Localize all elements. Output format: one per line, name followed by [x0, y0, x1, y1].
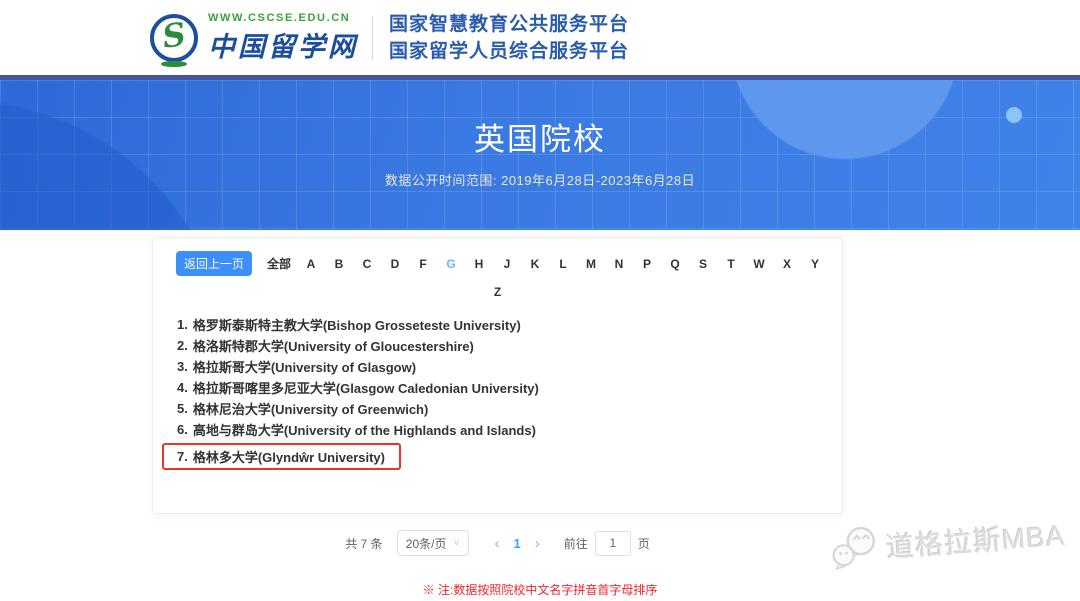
- universities-card: 返回上一页 全部 A B C D F G H J K L M N P Q S T…: [152, 237, 843, 514]
- banner: 英国院校 数据公开时间范围: 2019年6月28日-2023年6月28日: [0, 80, 1080, 230]
- filter-letter-h[interactable]: H: [465, 257, 493, 271]
- pagination: 共 7 条 20条/页 ˅ ‹ 1 › 前往 页: [152, 530, 843, 556]
- filter-letter-y[interactable]: Y: [801, 257, 829, 271]
- cscse-logo-icon: S: [150, 14, 198, 62]
- logo-s-glyph: S: [160, 18, 187, 53]
- university-name[interactable]: 格拉斯哥大学(University of Glasgow): [193, 357, 416, 376]
- page-size-select[interactable]: 20条/页 ˅: [397, 530, 469, 556]
- next-page-button[interactable]: ›: [525, 536, 550, 551]
- logo-site-name: 中国留学网: [208, 25, 358, 64]
- filter-letter-k[interactable]: K: [521, 257, 549, 271]
- filter-letter-n[interactable]: N: [605, 257, 633, 271]
- alphabet-filter-row2: Z: [153, 283, 842, 298]
- university-name[interactable]: 格林尼治大学(University of Greenwich): [193, 399, 428, 418]
- platform-names: 国家智慧教育公共服务平台 国家留学人员综合服务平台: [389, 11, 629, 65]
- chevron-down-icon: ˅: [453, 538, 459, 549]
- filter-letter-f[interactable]: F: [409, 257, 437, 271]
- university-item-7-highlighted[interactable]: 7. 格林多大学(Glyndŵr University): [177, 443, 842, 470]
- university-item-5[interactable]: 5. 格林尼治大学(University of Greenwich): [177, 398, 842, 419]
- university-item-6[interactable]: 6. 高地与群岛大学(University of the Highlands a…: [177, 419, 842, 440]
- item-number: 2.: [177, 338, 188, 353]
- university-item-3[interactable]: 3. 格拉斯哥大学(University of Glasgow): [177, 356, 842, 377]
- university-name[interactable]: 格林多大学(Glyndŵr University): [193, 447, 385, 466]
- watermark: 道格拉斯MBA: [829, 511, 1067, 573]
- page-size-value: 20条/页: [406, 535, 447, 552]
- university-name[interactable]: 格罗斯泰斯特主教大学(Bishop Grosseteste University…: [193, 315, 521, 334]
- logo-url-text: WWW.CSCSE.EDU.CN: [208, 12, 358, 24]
- platform-name-smart-education: 国家智慧教育公共服务平台: [389, 11, 629, 38]
- filter-letter-g-active[interactable]: G: [437, 257, 465, 271]
- item-number: 1.: [177, 317, 188, 332]
- item-number: 7.: [177, 449, 188, 464]
- filter-letter-m[interactable]: M: [577, 257, 605, 271]
- banner-date-range: 数据公开时间范围: 2019年6月28日-2023年6月28日: [0, 170, 1080, 189]
- item-number: 6.: [177, 422, 188, 437]
- university-name[interactable]: 高地与群岛大学(University of the Highlands and …: [193, 420, 536, 439]
- item-number: 4.: [177, 380, 188, 395]
- prev-page-button[interactable]: ‹: [485, 536, 510, 551]
- red-highlight-box: 7. 格林多大学(Glyndŵr University): [162, 443, 401, 470]
- page-title: 英国院校: [0, 80, 1080, 159]
- pagination-total: 共 7 条: [345, 535, 382, 552]
- university-item-4[interactable]: 4. 格拉斯哥喀里多尼亚大学(Glasgow Caledonian Univer…: [177, 377, 842, 398]
- logo-book-icon: [161, 61, 187, 67]
- page-unit-label: 页: [638, 535, 650, 552]
- filter-letter-d[interactable]: D: [381, 257, 409, 271]
- banner-decor-dot: [1006, 107, 1022, 123]
- university-item-1[interactable]: 1. 格罗斯泰斯特主教大学(Bishop Grosseteste Univers…: [177, 314, 842, 335]
- current-page[interactable]: 1: [510, 536, 525, 551]
- header-divider: [372, 16, 373, 60]
- filter-letter-w[interactable]: W: [745, 257, 773, 271]
- alphabet-filter: 返回上一页 全部 A B C D F G H J K L M N P Q S T…: [153, 238, 842, 276]
- filter-letter-t[interactable]: T: [717, 257, 745, 271]
- filter-letter-b[interactable]: B: [325, 257, 353, 271]
- filter-all[interactable]: 全部: [265, 255, 297, 272]
- item-number: 3.: [177, 359, 188, 374]
- filter-letter-q[interactable]: Q: [661, 257, 689, 271]
- page: S WWW.CSCSE.EDU.CN 中国留学网 国家智慧教育公共服务平台 国家…: [0, 0, 1080, 601]
- filter-letter-j[interactable]: J: [493, 257, 521, 271]
- filter-letter-p[interactable]: P: [633, 257, 661, 271]
- goto-label: 前往: [564, 535, 588, 552]
- university-item-2[interactable]: 2. 格洛斯特郡大学(University of Gloucestershire…: [177, 335, 842, 356]
- back-button[interactable]: 返回上一页: [176, 251, 252, 276]
- logo-text: WWW.CSCSE.EDU.CN 中国留学网: [208, 12, 358, 64]
- watermark-text: 道格拉斯MBA: [885, 514, 1067, 566]
- item-number: 5.: [177, 401, 188, 416]
- site-header: S WWW.CSCSE.EDU.CN 中国留学网 国家智慧教育公共服务平台 国家…: [0, 0, 1080, 75]
- filter-letter-s[interactable]: S: [689, 257, 717, 271]
- goto-page-input[interactable]: [595, 531, 631, 556]
- filter-letter-l[interactable]: L: [549, 257, 577, 271]
- filter-letter-x[interactable]: X: [773, 257, 801, 271]
- platform-name-overseas-service: 国家留学人员综合服务平台: [389, 38, 629, 65]
- university-name[interactable]: 格拉斯哥喀里多尼亚大学(Glasgow Caledonian Universit…: [193, 378, 539, 397]
- site-logo[interactable]: S WWW.CSCSE.EDU.CN 中国留学网: [150, 12, 358, 64]
- sort-note: ※ 注:数据按照院校中文名字拼音首字母排序: [0, 581, 1080, 598]
- university-list: 1. 格罗斯泰斯特主教大学(Bishop Grosseteste Univers…: [177, 314, 842, 470]
- filter-letter-z[interactable]: Z: [484, 285, 512, 299]
- university-name[interactable]: 格洛斯特郡大学(University of Gloucestershire): [193, 336, 474, 355]
- filter-letter-a[interactable]: A: [297, 257, 325, 271]
- filter-letter-c[interactable]: C: [353, 257, 381, 271]
